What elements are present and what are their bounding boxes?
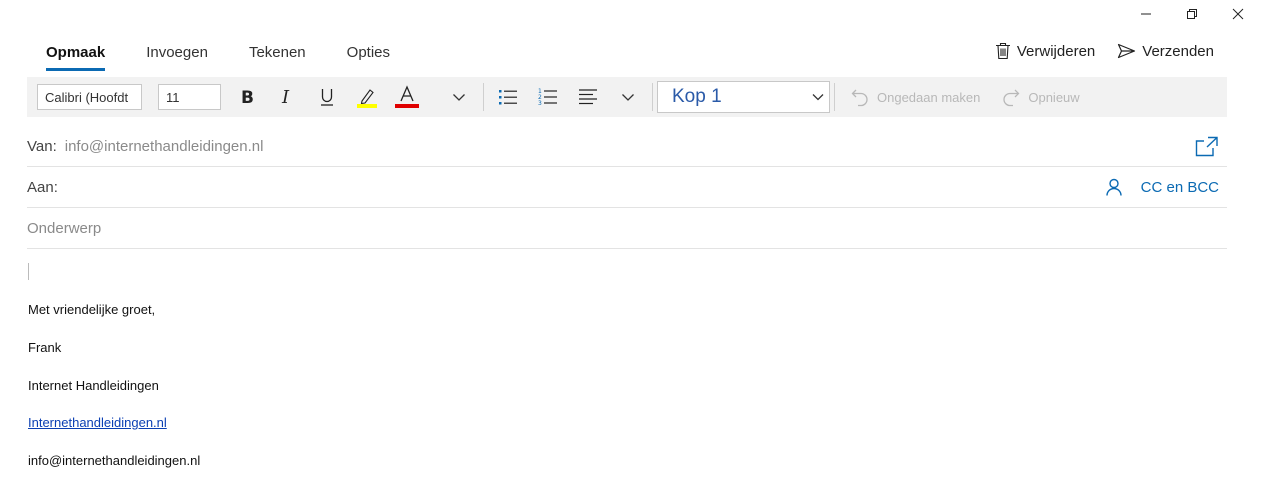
from-field[interactable]: Van: info@internethandleidingen.nl xyxy=(27,126,1227,167)
bold-icon: B xyxy=(241,88,254,106)
highlight-button[interactable] xyxy=(347,77,387,117)
font-color-bar xyxy=(395,104,419,108)
italic-icon: I xyxy=(281,88,290,106)
minimize-icon xyxy=(1141,13,1151,15)
bullet-list-button[interactable] xyxy=(488,77,528,117)
bullet-list-icon xyxy=(499,90,517,105)
close-icon xyxy=(1232,8,1244,20)
ribbon-tabs: Opmaak Invoegen Tekenen Opties xyxy=(46,44,431,72)
signature-company: Internet Handleidingen xyxy=(28,378,159,393)
signature-website-link[interactable]: Internethandleidingen.nl xyxy=(28,415,167,430)
send-label: Verzenden xyxy=(1142,42,1214,60)
align-button[interactable] xyxy=(568,77,608,117)
from-value: info@internethandleidingen.nl xyxy=(64,137,264,155)
message-actions: Verwijderen Verzenden xyxy=(973,42,1214,60)
tab-opmaak[interactable]: Opmaak xyxy=(46,44,106,72)
chevron-down-icon xyxy=(622,94,634,101)
redo-icon xyxy=(1003,89,1020,107)
underline-icon xyxy=(321,89,333,106)
send-button[interactable]: Verzenden xyxy=(1117,43,1214,60)
popout-icon xyxy=(1195,136,1218,157)
svg-text:B: B xyxy=(241,88,254,106)
delete-button[interactable]: Verwijderen xyxy=(995,42,1095,60)
minimize-button[interactable] xyxy=(1123,0,1169,28)
align-left-icon xyxy=(579,89,597,105)
redo-button[interactable]: Opnieuw xyxy=(1002,87,1080,107)
redo-label: Opnieuw xyxy=(1028,89,1080,105)
numbered-list-button[interactable]: 123 xyxy=(528,77,568,117)
contact-icon[interactable] xyxy=(1105,178,1122,196)
highlighter-icon xyxy=(357,89,377,108)
chevron-down-icon xyxy=(453,94,465,101)
font-name-input[interactable]: Calibri (Hoofdt xyxy=(37,84,142,110)
signature-greeting: Met vriendelijke groet, xyxy=(28,302,156,317)
restore-button[interactable] xyxy=(1169,0,1215,28)
formatting-toolbar: Calibri (Hoofdt 11 B I 123 Kop 1 Ongedaa… xyxy=(27,77,1227,117)
signature-email: info@internethandleidingen.nl xyxy=(28,453,201,468)
toolbar-separator xyxy=(652,83,653,111)
svg-text:3: 3 xyxy=(538,100,542,107)
undo-icon xyxy=(851,89,868,107)
undo-button[interactable]: Ongedaan maken xyxy=(851,87,980,107)
subject-placeholder: Onderwerp xyxy=(27,219,102,237)
underline-button[interactable] xyxy=(307,77,347,117)
highlight-color-bar xyxy=(357,104,377,108)
font-color-icon xyxy=(395,85,419,108)
font-size-input[interactable]: 11 xyxy=(158,84,221,110)
tab-opties[interactable]: Opties xyxy=(347,44,390,72)
to-label: Aan: xyxy=(27,178,58,196)
chevron-down-icon xyxy=(812,94,824,101)
font-color-button[interactable] xyxy=(387,77,427,117)
bold-button[interactable]: B xyxy=(227,77,267,117)
tab-tekenen[interactable]: Tekenen xyxy=(249,44,306,72)
popout-button[interactable] xyxy=(1195,135,1219,157)
tab-invoegen[interactable]: Invoegen xyxy=(146,44,208,72)
trash-icon xyxy=(995,42,1010,60)
text-cursor xyxy=(28,263,29,280)
signature-name: Frank xyxy=(28,340,62,355)
italic-button[interactable]: I xyxy=(267,77,307,117)
send-icon xyxy=(1118,43,1136,59)
from-label: Van: xyxy=(27,137,57,155)
restore-icon xyxy=(1187,9,1197,19)
toolbar-separator xyxy=(834,83,835,111)
font-more-button[interactable] xyxy=(439,77,479,117)
delete-label: Verwijderen xyxy=(1016,42,1096,60)
style-select[interactable]: Kop 1 xyxy=(657,81,830,113)
svg-text:I: I xyxy=(281,88,290,106)
cc-bcc-link[interactable]: CC en BCC xyxy=(1141,179,1219,196)
numbered-list-icon: 123 xyxy=(538,88,557,107)
toolbar-separator xyxy=(483,83,484,111)
close-button[interactable] xyxy=(1215,0,1261,28)
cc-bcc-group: CC en BCC xyxy=(1105,178,1219,196)
style-select-value: Kop 1 xyxy=(672,86,722,107)
undo-label: Ongedaan maken xyxy=(877,89,981,105)
to-field[interactable]: Aan: CC en BCC xyxy=(27,167,1227,208)
paragraph-more-button[interactable] xyxy=(608,77,648,117)
window-controls xyxy=(1123,0,1261,28)
subject-field[interactable]: Onderwerp xyxy=(27,208,1227,249)
